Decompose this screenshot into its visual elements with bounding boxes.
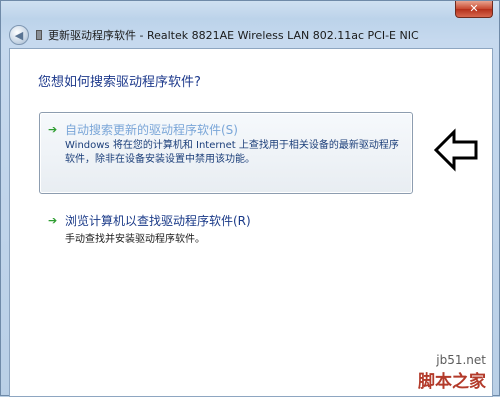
auto-search-description: Windows 将在您的计算机和 Internet 上查找用于相关设备的最新驱动… [65, 140, 399, 165]
question-heading: 您想如何搜索驱动程序软件? [38, 75, 201, 90]
browse-computer-description: 手动查找并安装驱动程序软件。 [65, 234, 205, 245]
auto-search-title[interactable]: 自动搜索更新的驱动程序软件(S) [65, 121, 238, 138]
watermark-name: 脚本之家 [418, 372, 486, 392]
dialog-window: ✕ ◀ 更新驱动程序软件 - Realtek 8821AE Wireless L… [0, 0, 500, 397]
close-button[interactable]: ✕ [455, 1, 493, 18]
window-title: 更新驱动程序软件 - Realtek 8821AE Wireless LAN 8… [48, 29, 419, 42]
title-row: ◀ 更新驱动程序软件 - Realtek 8821AE Wireless LAN… [9, 25, 439, 45]
back-button[interactable]: ◀ [9, 25, 29, 45]
pointer-arrow-icon [434, 128, 478, 172]
device-icon [36, 30, 42, 40]
watermark: jb51.net 脚本之家 [414, 353, 486, 392]
green-arrow-icon: ➔ [48, 214, 58, 227]
green-arrow-icon: ➔ [48, 123, 58, 136]
back-arrow-icon: ◀ [14, 28, 24, 42]
browse-computer-option[interactable]: 浏览计算机以查找驱动程序软件(R) [65, 212, 251, 229]
content-panel: 您想如何搜索驱动程序软件? ➔ 自动搜索更新的驱动程序软件(S) Windows… [9, 48, 493, 397]
watermark-site: jb51.net [436, 353, 486, 367]
close-icon: ✕ [469, 2, 479, 15]
